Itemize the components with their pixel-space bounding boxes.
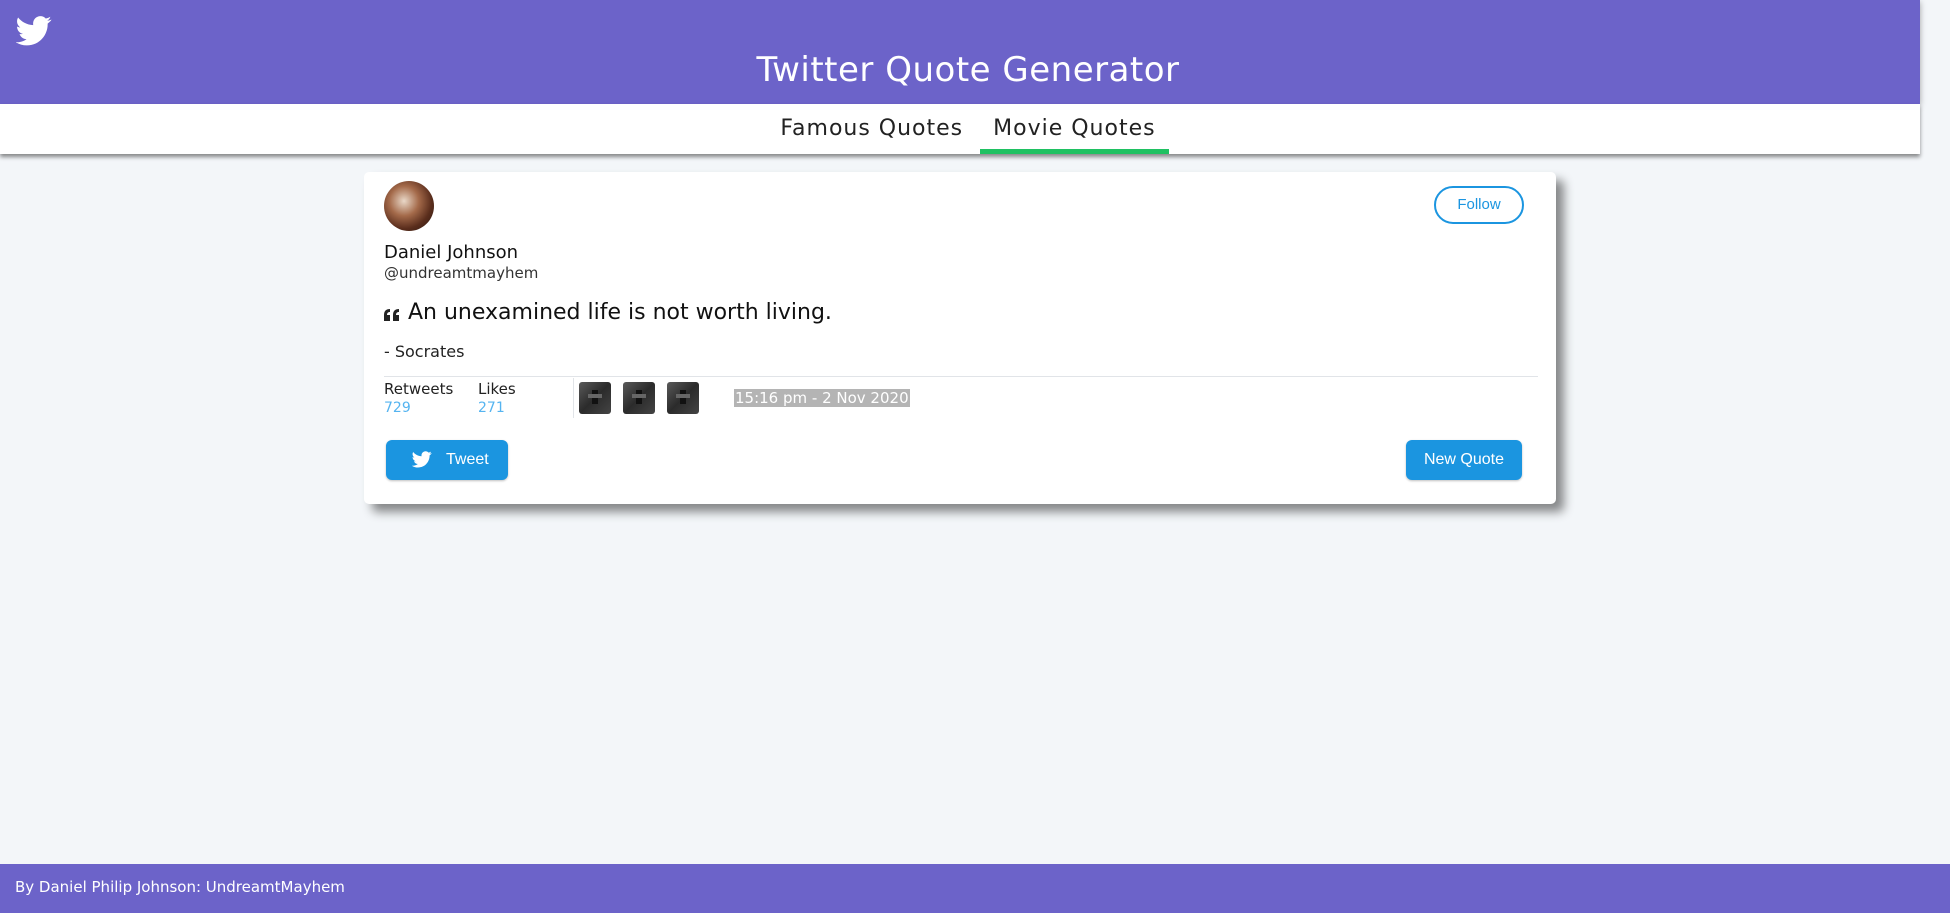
tweet-button[interactable]: Tweet	[386, 440, 508, 480]
liker-avatar[interactable]	[579, 382, 611, 414]
user-name: Daniel Johnson	[384, 242, 519, 263]
app-header: Twitter Quote Generator	[0, 0, 1920, 104]
avatar	[384, 181, 434, 231]
retweets-count: 729	[384, 400, 411, 416]
follow-button[interactable]: Follow	[1434, 186, 1524, 224]
quote-text: An unexamined life is not worth living.	[408, 300, 832, 325]
quote-author: - Socrates	[384, 342, 465, 361]
timestamp: 15:16 pm - 2 Nov 2020	[734, 389, 910, 407]
likes-label: Likes	[478, 380, 516, 398]
tab-list: Famous Quotes Movie Quotes	[0, 104, 1936, 154]
tweet-button-label: Tweet	[446, 451, 489, 468]
twitter-bird-icon[interactable]	[16, 16, 52, 46]
liker-avatar[interactable]	[623, 382, 655, 414]
footer-credit: By Daniel Philip Johnson: UndreamtMayhem	[15, 878, 345, 896]
stats-separator	[573, 378, 574, 418]
quote-card: Follow Daniel Johnson @undreamtmayhem An…	[364, 172, 1556, 504]
likes-stat: Likes 271	[478, 378, 516, 416]
liker-avatar[interactable]	[667, 382, 699, 414]
twitter-bird-icon	[412, 451, 432, 468]
likes-count: 271	[478, 400, 505, 416]
page-title: Twitter Quote Generator	[756, 50, 1180, 90]
retweets-stat: Retweets 729	[384, 378, 453, 416]
nav-bar: Famous Quotes Movie Quotes	[0, 104, 1920, 154]
user-handle: @undreamtmayhem	[384, 264, 539, 282]
retweets-label: Retweets	[384, 380, 454, 398]
new-quote-button[interactable]: New Quote	[1406, 440, 1522, 480]
tab-famous-quotes[interactable]: Famous Quotes	[767, 104, 976, 154]
footer: By Daniel Philip Johnson: UndreamtMayhem	[0, 864, 1950, 913]
divider	[384, 376, 1538, 377]
tab-movie-quotes[interactable]: Movie Quotes	[980, 104, 1169, 154]
quote-left-icon	[384, 309, 399, 321]
